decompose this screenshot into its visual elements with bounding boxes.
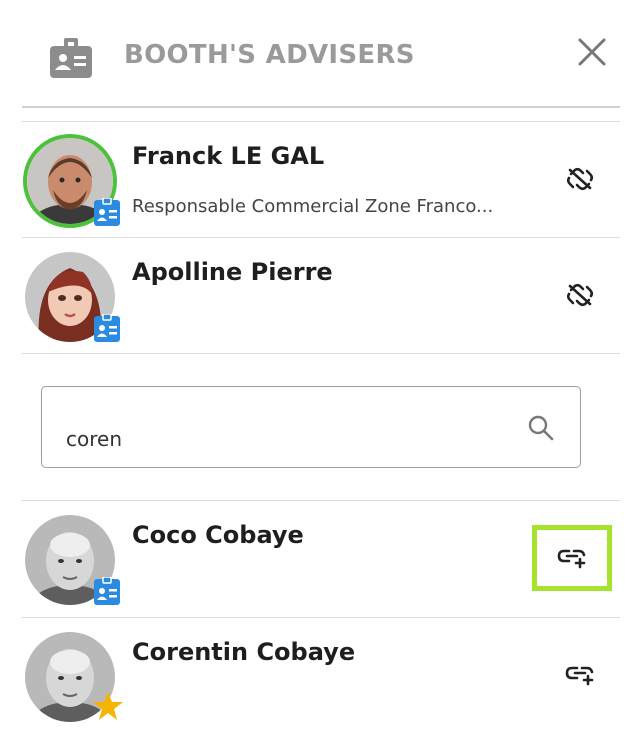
- panel-header: BOOTH'S ADVISERS: [0, 0, 644, 108]
- adviser-row: Franck LE GAL Responsable Commercial Zon…: [22, 122, 620, 238]
- panel-title: BOOTH'S ADVISERS: [124, 40, 415, 70]
- adviser-role: Responsable Commercial Zone Franco...: [132, 196, 494, 217]
- adviser-row: Apolline Pierre: [22, 238, 620, 354]
- unlink-button[interactable]: [562, 166, 598, 196]
- star-icon: [93, 692, 123, 720]
- search-icon[interactable]: [528, 415, 554, 441]
- result-name: Coco Cobaye: [132, 521, 304, 549]
- divider: [22, 106, 620, 108]
- result-row: Corentin Cobaye: [22, 618, 620, 734]
- add-link-icon: [565, 666, 594, 686]
- unlink-icon: [566, 283, 594, 307]
- adviser-name: Franck LE GAL: [132, 142, 325, 170]
- add-link-icon: [557, 549, 586, 569]
- unlink-icon: [566, 167, 594, 191]
- search-input[interactable]: [66, 421, 486, 457]
- adviser-name: Apolline Pierre: [132, 258, 333, 286]
- add-link-button[interactable]: [532, 525, 612, 591]
- id-badge-icon: [94, 198, 120, 226]
- search-field: [41, 386, 581, 468]
- add-link-button[interactable]: [562, 662, 598, 692]
- divider: [22, 353, 620, 354]
- close-icon[interactable]: [574, 34, 610, 70]
- id-badge-icon: [94, 314, 120, 342]
- result-name: Corentin Cobaye: [132, 638, 356, 666]
- id-badge-icon: [50, 38, 92, 78]
- result-row: Coco Cobaye: [22, 501, 620, 617]
- id-badge-icon: [94, 577, 120, 605]
- unlink-button[interactable]: [562, 282, 598, 312]
